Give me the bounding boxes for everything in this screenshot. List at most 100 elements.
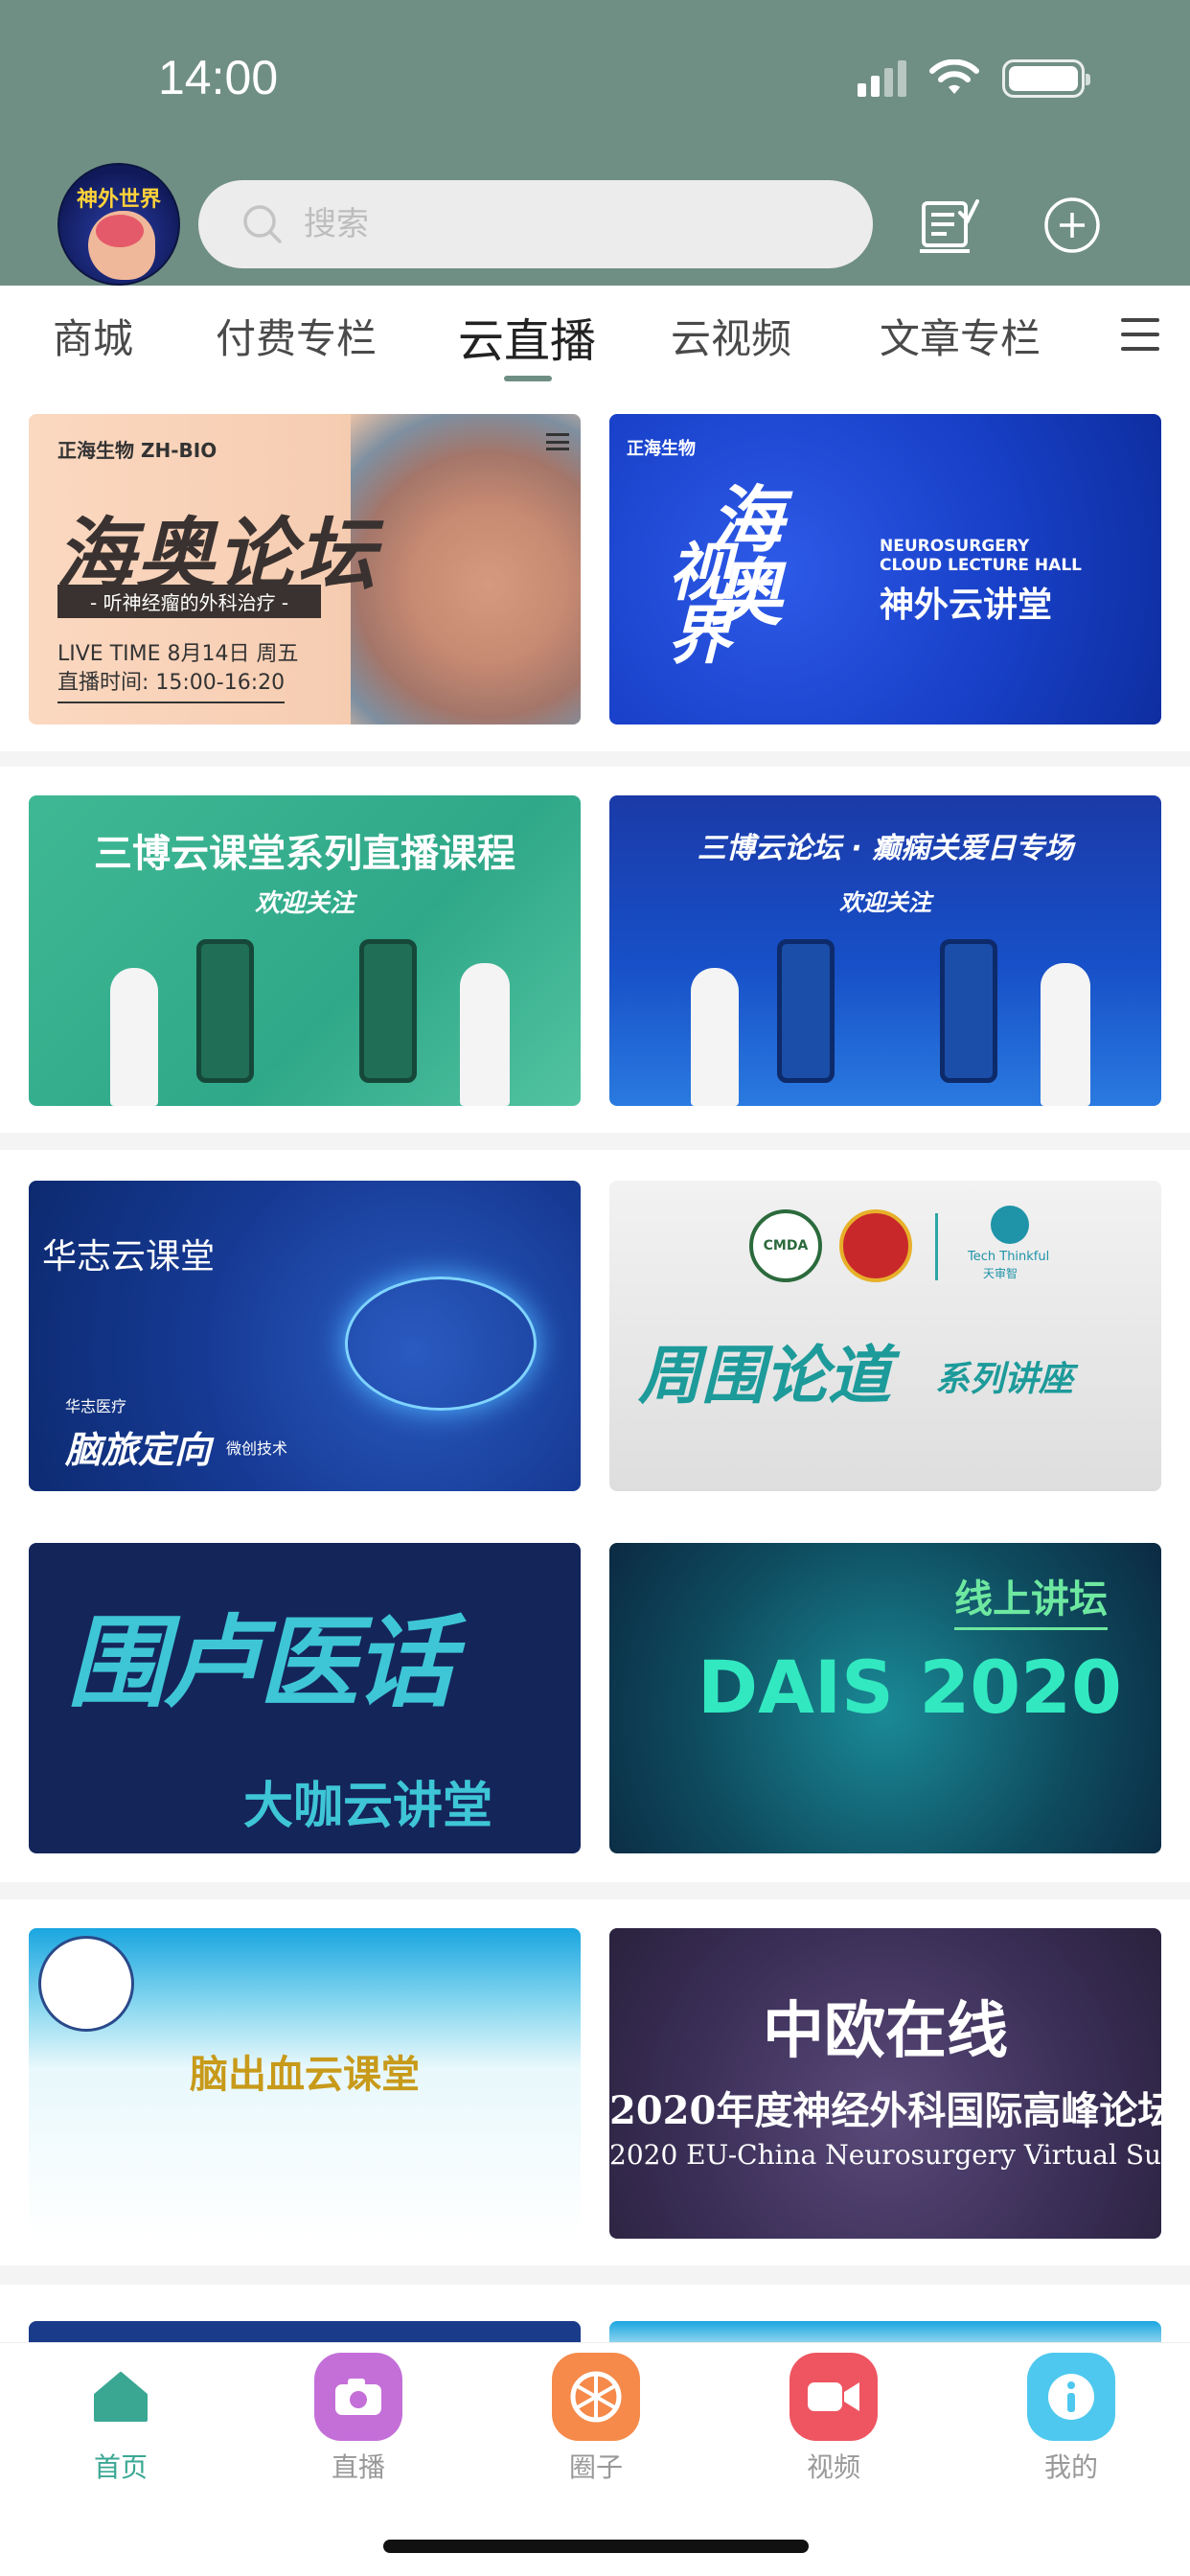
grid-row: 华志云课堂 华志医疗 脑旅定向 微创技术 CMDA Tech Thinkful … bbox=[0, 1150, 1190, 1516]
status-icons bbox=[858, 59, 1090, 98]
university-seal-icon bbox=[38, 1936, 134, 2032]
card-subtitle: - 听神经瘤的外科治疗 - bbox=[57, 585, 322, 618]
cmda-logo: CMDA bbox=[749, 1209, 822, 1282]
card-title: 中欧在线 bbox=[763, 1995, 1008, 2067]
tech-thinkful-text: Tech Thinkful bbox=[968, 1250, 1050, 1264]
nav-label: 直播 bbox=[331, 2451, 385, 2483]
add-button[interactable] bbox=[1039, 192, 1106, 259]
tab-menu-icon[interactable] bbox=[1121, 318, 1159, 351]
card-en-line1: NEUROSURGERY bbox=[880, 537, 1030, 556]
card-title: 三博云课堂系列直播课程 bbox=[94, 832, 515, 876]
nav-label: 视频 bbox=[806, 2451, 860, 2483]
card-menu-icon bbox=[546, 433, 569, 450]
anatomy-illustration bbox=[351, 414, 581, 724]
search-bar[interactable] bbox=[198, 180, 873, 268]
doctor-illustration bbox=[691, 968, 739, 1106]
card-time: 直播时间: 15:00-16:20 bbox=[57, 665, 286, 703]
grid-row: 脑出血云课堂 中欧在线 2020年度神经外科国际高峰论坛 2020 EU-Chi… bbox=[0, 1899, 1190, 2266]
tab-mall[interactable]: 商城 bbox=[53, 307, 133, 365]
card-brand: 华志医疗 bbox=[65, 1397, 127, 1415]
card-title: 周围论道 bbox=[638, 1339, 891, 1413]
card-title: 神外云讲堂 bbox=[880, 586, 1053, 625]
active-tab-indicator bbox=[504, 376, 552, 381]
phone-illustration bbox=[940, 939, 997, 1083]
list-check-icon bbox=[920, 199, 979, 253]
list-check-button[interactable] bbox=[916, 192, 983, 259]
search-icon bbox=[243, 205, 282, 243]
card-en-line2: CLOUD LECTURE HALL bbox=[880, 556, 1082, 575]
nav-video[interactable]: 视频 bbox=[767, 2353, 901, 2485]
home-indicator bbox=[383, 2540, 809, 2553]
status-time: 14:00 bbox=[158, 51, 279, 104]
tab-cloud-video[interactable]: 云视频 bbox=[671, 307, 791, 365]
course-card-china-eu-online[interactable]: 中欧在线 2020年度神经外科国际高峰论坛 2020 EU-China Neur… bbox=[609, 1928, 1161, 2239]
doctor-illustration bbox=[1041, 963, 1090, 1106]
search-input[interactable] bbox=[304, 205, 783, 243]
nav-circle[interactable]: 圈子 bbox=[529, 2353, 663, 2485]
cellular-signal-icon bbox=[858, 60, 906, 97]
cmda-logo-text: CMDA bbox=[763, 1238, 809, 1254]
card-title: DAIS 2020 bbox=[698, 1644, 1122, 1730]
card-subtitle: 欢迎关注 bbox=[839, 889, 931, 916]
nav-home[interactable]: 首页 bbox=[54, 2353, 188, 2485]
nav-mine[interactable]: 我的 bbox=[1004, 2353, 1138, 2485]
tech-thinkful-logo bbox=[991, 1206, 1029, 1244]
card-series: 系列讲座 bbox=[935, 1360, 1074, 1399]
nav-label: 圈子 bbox=[568, 2451, 623, 2483]
logo-divider bbox=[935, 1213, 938, 1280]
logo-text: 神外世界 bbox=[76, 188, 161, 212]
grid-row: 三博云课堂系列直播课程 欢迎关注 三博云论坛 · 癫痫关爱日专场 欢迎关注 bbox=[0, 767, 1190, 1133]
phone-illustration bbox=[196, 939, 254, 1083]
card-brand: 正海生物 ZH-BIO bbox=[57, 439, 217, 462]
video-icon bbox=[790, 2353, 878, 2441]
course-card[interactable] bbox=[29, 2321, 581, 2342]
course-card[interactable] bbox=[609, 2321, 1161, 2342]
card-line1: 2020年度神经外科国际高峰论坛 bbox=[609, 2088, 1161, 2133]
grid-row bbox=[0, 2285, 1190, 2342]
grid-row: 围卢医话 大咖云讲堂 线上讲坛 DAIS 2020 bbox=[0, 1516, 1190, 1882]
tab-paid-column[interactable]: 付费专栏 bbox=[216, 307, 377, 365]
tech-thinkful-text-cn: 天审智 bbox=[983, 1267, 1018, 1280]
live-course-grid: 正海生物 ZH-BIO 海奥论坛 - 听神经瘤的外科治疗 - LIVE TIME… bbox=[0, 387, 1190, 2342]
wifi-icon bbox=[929, 59, 979, 94]
aperture-icon bbox=[552, 2353, 640, 2441]
course-card-huazhi-classroom[interactable]: 华志云课堂 华志医疗 脑旅定向 微创技术 bbox=[29, 1181, 581, 1491]
course-card-dais-2020[interactable]: 线上讲坛 DAIS 2020 bbox=[609, 1543, 1161, 1853]
phone-illustration bbox=[359, 939, 417, 1083]
course-card-sanbo-classroom[interactable]: 三博云课堂系列直播课程 欢迎关注 bbox=[29, 795, 581, 1106]
card-title: 脑出血云课堂 bbox=[190, 2053, 420, 2097]
tab-article-column[interactable]: 文章专栏 bbox=[880, 307, 1041, 365]
grid-row: 正海生物 ZH-BIO 海奥论坛 - 听神经瘤的外科治疗 - LIVE TIME… bbox=[0, 387, 1190, 751]
card-title: 三博云论坛 · 癫痫关爱日专场 bbox=[697, 832, 1074, 865]
card-title: 华志云课堂 bbox=[42, 1237, 216, 1276]
course-card-zhouwei-forum[interactable]: CMDA Tech Thinkful 天审智 周围论道 系列讲座 bbox=[609, 1181, 1161, 1491]
card-subtitle: 大咖云讲堂 bbox=[243, 1778, 493, 1835]
info-icon bbox=[1027, 2353, 1115, 2441]
course-card-weilu-talk[interactable]: 围卢医话 大咖云讲堂 bbox=[29, 1543, 581, 1853]
app-logo[interactable]: 神外世界 bbox=[57, 163, 180, 286]
course-card-hemorrhage-classroom[interactable]: 脑出血云课堂 bbox=[29, 1928, 581, 2239]
phone-illustration bbox=[777, 939, 835, 1083]
course-card-haiao-vision[interactable]: 正海生物 海奥 视界 NEUROSURGERY CLOUD LECTURE HA… bbox=[609, 414, 1161, 724]
card-subtitle: 欢迎关注 bbox=[254, 889, 355, 918]
nav-label: 我的 bbox=[1043, 2451, 1098, 2483]
card-brand: 正海生物 bbox=[627, 439, 696, 459]
course-card-sanbo-epilepsy[interactable]: 三博云论坛 · 癫痫关爱日专场 欢迎关注 bbox=[609, 795, 1161, 1106]
course-card-haiao-forum[interactable]: 正海生物 ZH-BIO 海奥论坛 - 听神经瘤的外科治疗 - LIVE TIME… bbox=[29, 414, 581, 724]
card-title: 围卢医话 bbox=[67, 1604, 454, 1721]
home-icon bbox=[77, 2353, 165, 2441]
card-title-b: 视界 bbox=[657, 539, 732, 665]
card-tag: 线上讲坛 bbox=[954, 1568, 1108, 1630]
logo-brain-graphic bbox=[96, 215, 144, 247]
card-live-time: LIVE TIME 8月14日 周五 bbox=[57, 642, 299, 666]
card-tag: 微创技术 bbox=[226, 1439, 288, 1458]
nav-label: 首页 bbox=[93, 2451, 148, 2483]
tab-cloud-live[interactable]: 云直播 bbox=[458, 303, 596, 370]
nav-live[interactable]: 直播 bbox=[291, 2353, 425, 2485]
doctor-illustration bbox=[460, 963, 510, 1106]
hospital-logo bbox=[839, 1209, 912, 1282]
card-slogan: 脑旅定向 bbox=[65, 1429, 212, 1471]
camera-icon bbox=[314, 2353, 402, 2441]
category-tabs: 商城 付费专栏 云直播 云视频 文章专栏 bbox=[0, 286, 1190, 387]
card-line2: 2020 EU-China Neurosurgery Virtual Summi… bbox=[609, 2139, 1161, 2171]
